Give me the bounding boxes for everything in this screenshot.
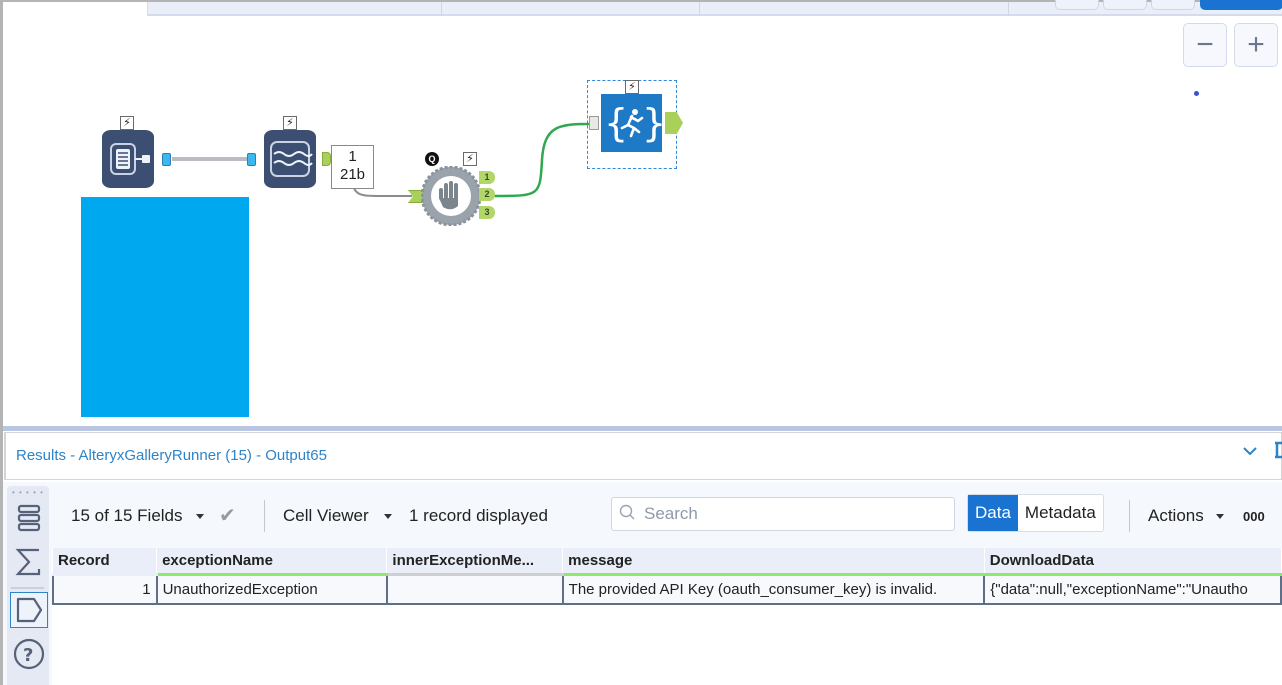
results-table: Record exceptionName innerExceptionMe...… <box>52 548 1282 605</box>
column-header-record[interactable]: Record <box>53 548 158 576</box>
svg-text:?: ? <box>23 645 33 666</box>
table-view-icon[interactable] <box>10 500 48 536</box>
column-header-innerexceptionmessage[interactable]: innerExceptionMe... <box>386 548 564 576</box>
bolt-icon: ⚡ <box>283 116 297 130</box>
input-data-icon <box>110 143 150 175</box>
results-grid: Record exceptionName innerExceptionMe...… <box>52 548 1282 685</box>
search-field[interactable] <box>611 497 955 531</box>
database-wave-icon <box>270 141 313 177</box>
cell-viewer-dropdown[interactable]: Cell Viewer <box>283 506 369 526</box>
tag-icon[interactable] <box>10 592 48 628</box>
svg-text:{: { <box>604 101 628 145</box>
help-icon[interactable]: ? <box>10 636 48 672</box>
test-tool[interactable] <box>420 165 482 227</box>
records-displayed-label: 1 record displayed <box>409 506 548 525</box>
caret-down-icon[interactable] <box>384 514 392 519</box>
rail-divider <box>11 587 44 589</box>
chevron-down-icon[interactable] <box>1242 443 1262 463</box>
output-anchor-1[interactable]: 1 <box>479 171 495 184</box>
sigma-icon[interactable] <box>10 544 48 580</box>
panel-splitter[interactable] <box>3 426 1282 431</box>
results-title: Results - AlteryxGalleryRunner (15) - Ou… <box>16 447 327 464</box>
stop-hand-icon <box>420 165 482 227</box>
more-options-button[interactable]: 000 <box>1243 509 1265 524</box>
cell-message[interactable]: The provided API Key (oauth_consumer_key… <box>561 573 986 605</box>
output-anchor-3[interactable]: 3 <box>479 206 495 219</box>
view-toggle: Data Metadata <box>967 494 1104 532</box>
results-header: Results - AlteryxGalleryRunner (15) - Ou… <box>4 432 1282 480</box>
caret-down-icon[interactable] <box>196 514 204 519</box>
output-anchor[interactable] <box>162 153 171 166</box>
dynamic-input-tool[interactable] <box>264 130 316 188</box>
runner-braces-icon: { } <box>604 101 662 145</box>
toolbar-divider <box>1129 500 1130 532</box>
fields-dropdown[interactable]: 15 of 15 Fields <box>71 506 183 526</box>
search-input[interactable] <box>644 502 944 526</box>
actions-dropdown[interactable]: Actions <box>1148 506 1204 526</box>
output-anchor-2[interactable]: 2 <box>479 188 495 201</box>
caret-down-icon[interactable] <box>1216 514 1224 519</box>
input-data-tool[interactable] <box>102 130 154 188</box>
redacted-block <box>81 197 249 417</box>
tab-metadata[interactable]: Metadata <box>1018 495 1103 531</box>
input-anchor[interactable] <box>589 116 599 130</box>
cell-record[interactable]: 1 <box>52 573 158 605</box>
record-count: 1 <box>348 148 357 165</box>
cell-innerexceptionmessage[interactable] <box>385 573 564 605</box>
gallery-runner-tool[interactable]: { } <box>601 94 662 152</box>
toolbar-divider <box>264 500 265 532</box>
bolt-icon: ⚡ <box>625 80 639 94</box>
bolt-icon: ⚡ <box>120 116 134 130</box>
header-row: Record exceptionName innerExceptionMe...… <box>53 548 1282 576</box>
pin-icon[interactable] <box>1274 441 1282 463</box>
cell-exceptionname[interactable]: UnauthorizedException <box>155 573 388 605</box>
q-badge-icon: Q <box>425 152 439 166</box>
connection-test-to-runner <box>493 122 591 198</box>
tab-data[interactable]: Data <box>968 495 1018 531</box>
data-size: 21b <box>339 166 366 183</box>
svg-text:}: } <box>642 101 662 145</box>
search-icon <box>619 504 635 520</box>
alteryx-designer-window: − + ⚡ ⚡ 1 21b Q ⚡ 1 2 3 ⚡ {Results - Al… <box>0 0 1282 685</box>
column-header-exceptionname[interactable]: exceptionName <box>156 548 388 576</box>
column-header-downloaddata[interactable]: DownloadData <box>984 548 1282 576</box>
bolt-icon: ⚡ <box>463 152 477 166</box>
table-row: 1 UnauthorizedException The provided API… <box>52 573 1282 605</box>
checkmark-icon[interactable]: ✔ <box>219 503 236 528</box>
output-anchor[interactable] <box>322 152 331 166</box>
record-count-badge: 1 21b <box>331 145 374 189</box>
drag-grip[interactable]: • • • • • <box>12 488 44 497</box>
input-anchor[interactable] <box>247 153 256 166</box>
cell-downloaddata[interactable]: {"data":null,"exceptionName":"Unautho <box>983 573 1282 605</box>
column-header-message[interactable]: message <box>562 548 985 576</box>
